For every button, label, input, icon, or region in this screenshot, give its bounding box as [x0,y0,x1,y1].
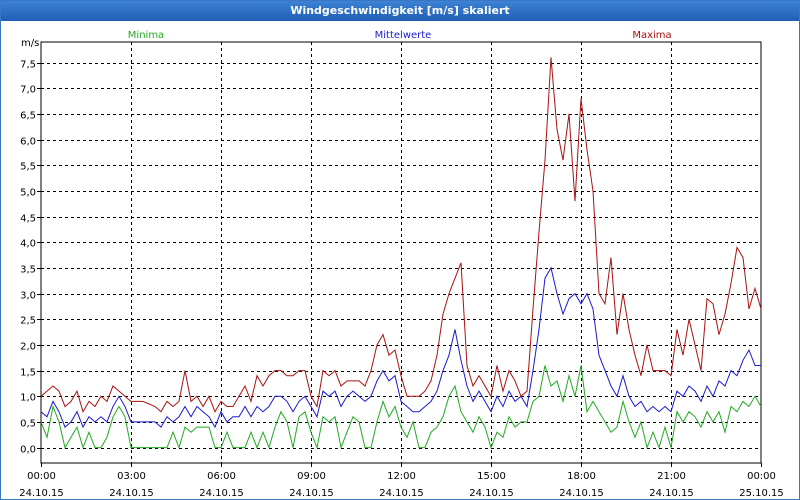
x-tick-date: 24.10.15 [109,488,154,499]
y-tick-label: 2,5 [20,316,36,327]
x-tick-date: 24.10.15 [19,488,64,499]
x-tick-time: 15:00 [477,471,506,482]
window-title: Windgeschwindigkeit [m/s] skaliert [1,1,799,21]
x-tick-time: 12:00 [387,471,416,482]
legend-maxima: Maxima [632,30,671,41]
y-tick-label: 6,0 [20,137,36,148]
legend-minima: Minima [128,30,164,41]
y-tick-label: 2,0 [20,342,36,353]
x-tick-date: 24.10.15 [379,488,424,499]
x-tick-time: 21:00 [657,471,686,482]
y-tick-label: 7,5 [20,60,36,71]
x-tick-date: 24.10.15 [649,488,694,499]
x-tick-date: 24.10.15 [559,488,604,499]
x-tick-date: 24.10.15 [469,488,514,499]
y-tick-label: 1,0 [20,393,36,404]
y-tick-label: 4,0 [20,239,36,250]
y-tick-label: 6,5 [20,111,36,122]
x-tick-time: 00:00 [27,471,56,482]
x-tick-date: 25.10.15 [739,488,784,499]
x-tick-time: 00:00 [747,471,776,482]
y-tick-label: 0,0 [20,445,36,456]
y-tick-label: 3,0 [20,291,36,302]
y-tick-label: 5,0 [20,188,36,199]
chart-canvas: 0,0 0,5 1,0 1,5 2,0 2,5 3,0 3,5 4,0 4,5 5,0 5,5 6,0 6… [19,30,784,499]
x-tick-time: 03:00 [117,471,146,482]
y-axis-label: m/s [21,38,39,49]
y-tick-label: 4,5 [20,214,36,225]
y-tick-label: 0,5 [20,419,36,430]
x-tick-time: 18:00 [567,471,596,482]
x-tick-date: 24.10.15 [199,488,244,499]
x-tick-time: 06:00 [207,471,236,482]
y-tick-label: 3,5 [20,265,36,276]
x-tick-time: 09:00 [297,471,326,482]
y-tick-label: 7,0 [20,85,36,96]
x-tick-date: 24.10.15 [289,488,334,499]
legend-mittelwerte: Mittelwerte [375,30,432,41]
y-tick-label: 5,5 [20,162,36,173]
y-tick-label: 1,5 [20,368,36,379]
chart-window: Windgeschwindigkeit [m/s] skaliert 0,0 0,… [0,0,800,500]
